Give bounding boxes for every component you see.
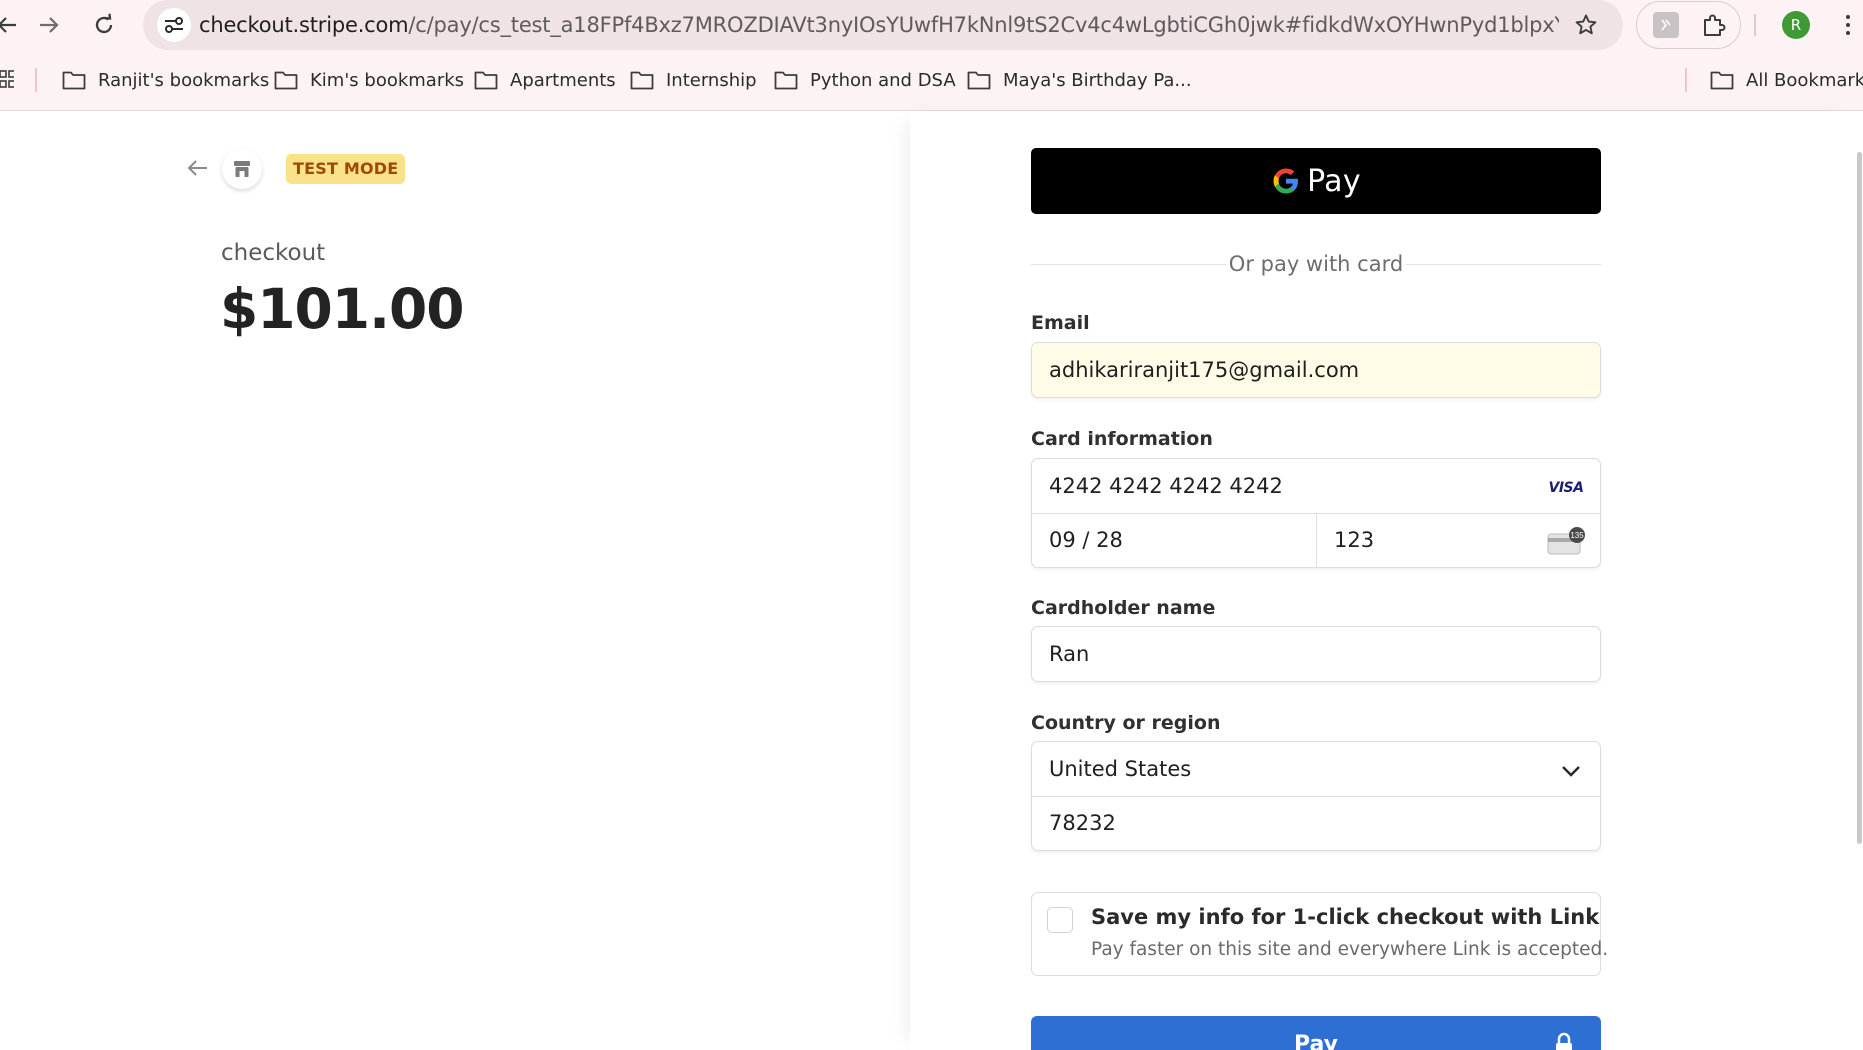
toolbar-separator [1754, 14, 1756, 36]
extensions-group [1636, 1, 1741, 49]
bookmark-star-icon[interactable] [1571, 10, 1601, 40]
zip-value: 78232 [1049, 811, 1116, 835]
card-info-group: 4242 4242 4242 4242 VISA 09 / 28 123 135 [1031, 458, 1601, 568]
svg-text:135: 135 [1570, 531, 1584, 540]
back-arrow-icon[interactable] [186, 156, 210, 180]
all-bookmarks-button[interactable]: All Bookmarks [1710, 65, 1863, 95]
folder-icon [474, 71, 498, 90]
folder-icon [774, 71, 798, 90]
card-number-field[interactable]: 4242 4242 4242 4242 VISA [1032, 459, 1600, 514]
link-title: Save my info for 1-click checkout with L… [1091, 905, 1600, 929]
url-text: checkout.stripe.com/c/pay/cs_test_a18FPf… [199, 13, 1559, 37]
email-value: adhikariranjit175@gmail.com [1049, 358, 1360, 382]
extension-icon[interactable] [1653, 12, 1679, 38]
all-bookmarks-label: All Bookmarks [1746, 69, 1863, 91]
folder-icon [630, 71, 654, 90]
product-name: checkout [221, 240, 326, 266]
pay-button[interactable]: Pay [1031, 1016, 1601, 1050]
bookmark-folder[interactable]: Apartments [474, 65, 616, 95]
link-save-option: Save my info for 1-click checkout with L… [1031, 892, 1608, 976]
folder-icon [1710, 71, 1734, 90]
save-info-checkbox[interactable] [1047, 907, 1073, 933]
visa-icon: VISA [1548, 480, 1584, 496]
bookmark-folder[interactable]: Kim's bookmarks [274, 65, 464, 95]
cardholder-name-field[interactable]: Ran [1031, 626, 1601, 682]
store-icon [222, 149, 262, 189]
bookmark-label: Internship [666, 69, 757, 91]
bookmark-label: Python and DSA [810, 69, 956, 91]
bookmark-label: Kim's bookmarks [310, 69, 465, 91]
zip-field[interactable]: 78232 [1032, 797, 1600, 852]
bookmarks-bar: Ranjit's bookmarks Kim's bookmarks Apart… [0, 50, 1863, 111]
or-divider: Or pay with card [1031, 250, 1601, 280]
bookmarks-separator [35, 68, 37, 92]
reload-icon[interactable] [87, 8, 121, 42]
menu-icon[interactable] [1838, 10, 1858, 40]
pay-button-label: Pay [1293, 1032, 1339, 1050]
back-arrow-icon[interactable] [0, 8, 24, 42]
cardholder-name-value: Ran [1049, 642, 1090, 666]
bookmark-label: Apartments [510, 69, 616, 91]
cvc-field[interactable]: 123 135 [1317, 514, 1601, 569]
chevron-down-icon [1560, 760, 1582, 782]
country-value: United States [1049, 757, 1192, 781]
folder-icon [62, 71, 86, 90]
address-bar[interactable]: checkout.stripe.com/c/pay/cs_test_a18FPf… [143, 0, 1623, 50]
lock-icon [1556, 1032, 1572, 1050]
apps-icon[interactable] [0, 67, 16, 93]
cvc-value: 123 [1334, 528, 1375, 552]
address-group: United States 78232 [1031, 741, 1601, 851]
card-number-value: 4242 4242 4242 4242 [1049, 474, 1283, 498]
email-field[interactable]: adhikariranjit175@gmail.com [1031, 342, 1601, 398]
checkout-page: TEST MODE checkout $101.00 Pay Or pay wi… [0, 112, 1863, 1050]
folder-icon [967, 71, 991, 90]
google-g-icon [1273, 168, 1299, 194]
bookmark-folder[interactable]: Ranjit's bookmarks [62, 65, 269, 95]
page-scrollbar[interactable] [1857, 152, 1862, 844]
country-label: Country or region [1031, 712, 1221, 734]
country-select[interactable]: United States [1032, 742, 1600, 797]
forward-arrow-icon[interactable] [32, 8, 66, 42]
browser-toolbar: checkout.stripe.com/c/pay/cs_test_a18FPf… [0, 0, 1863, 50]
google-pay-label: Pay [1307, 163, 1361, 199]
order-summary-pane: TEST MODE checkout $101.00 [0, 112, 910, 1050]
link-subtitle: Pay faster on this site and everywhere L… [1091, 939, 1609, 960]
bookmark-label: Ranjit's bookmarks [98, 69, 270, 91]
bookmark-folder[interactable]: Maya's Birthday Pa... [967, 65, 1192, 95]
total-amount: $101.00 [220, 277, 465, 341]
bookmark-folder[interactable]: Python and DSA [774, 65, 956, 95]
card-info-label: Card information [1031, 428, 1213, 450]
or-divider-text: Or pay with card [1228, 252, 1404, 276]
cardholder-name-label: Cardholder name [1031, 597, 1216, 619]
test-mode-badge: TEST MODE [286, 154, 406, 184]
expiry-value: 09 / 28 [1049, 528, 1123, 552]
cvc-card-icon: 135 [1547, 527, 1585, 555]
expiry-field[interactable]: 09 / 28 [1032, 514, 1316, 569]
puzzle-icon[interactable] [1699, 11, 1727, 39]
email-label: Email [1031, 312, 1090, 334]
site-info-icon[interactable] [157, 8, 191, 42]
google-pay-button[interactable]: Pay [1031, 148, 1601, 214]
bookmark-label: Maya's Birthday Pa... [1003, 69, 1192, 91]
folder-icon [274, 71, 298, 90]
browser-window: checkout.stripe.com/c/pay/cs_test_a18FPf… [0, 0, 1863, 1050]
bookmark-folder[interactable]: Internship [630, 65, 757, 95]
profile-avatar[interactable]: R [1782, 11, 1810, 39]
bookmarks-separator [1685, 68, 1687, 92]
